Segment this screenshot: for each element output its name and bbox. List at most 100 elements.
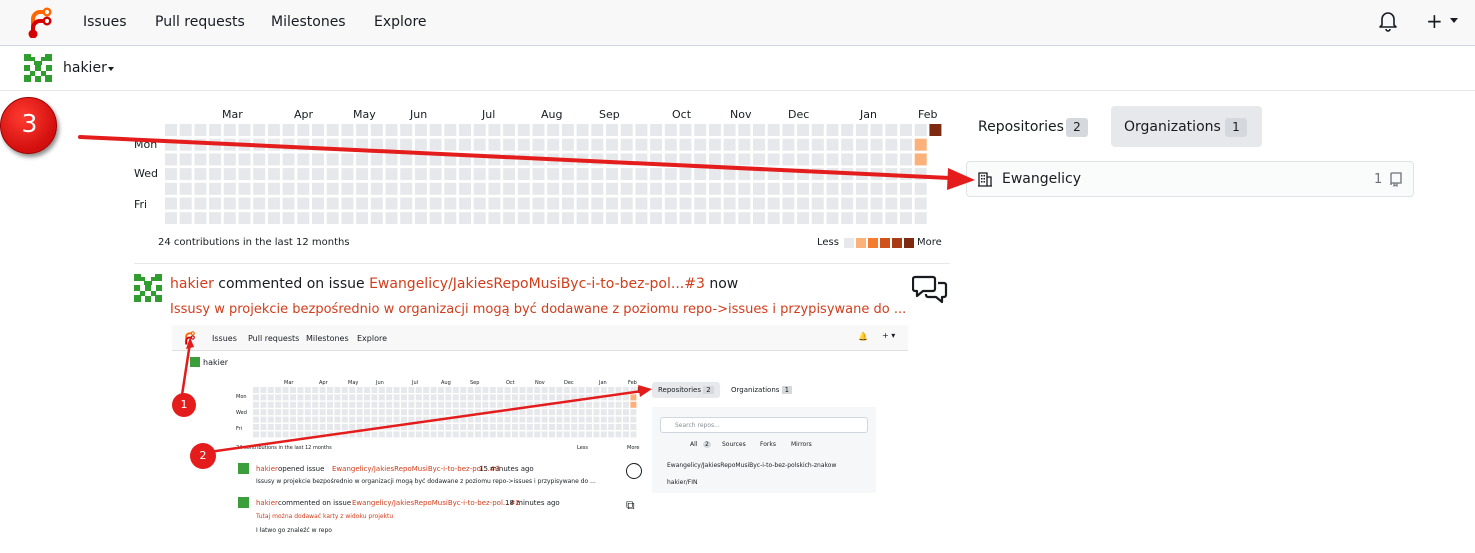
heatmap-cell[interactable] <box>591 197 604 210</box>
heatmap-cell[interactable] <box>620 197 633 210</box>
heatmap-cell[interactable] <box>165 153 177 166</box>
heatmap-cell[interactable] <box>370 212 383 224</box>
organization-list-item[interactable]: Ewangelicy 1 <box>966 161 1414 197</box>
heatmap-cell[interactable] <box>635 182 648 195</box>
heatmap-cell[interactable] <box>459 124 471 136</box>
heatmap-cell[interactable] <box>826 168 839 181</box>
heatmap-cell[interactable] <box>591 124 604 136</box>
heatmap-cell[interactable] <box>488 124 501 136</box>
heatmap-cell[interactable] <box>223 138 236 151</box>
heatmap-cell[interactable] <box>253 124 266 136</box>
heatmap-cell[interactable] <box>385 138 398 151</box>
heatmap-cell[interactable] <box>429 153 442 166</box>
heatmap-cell[interactable] <box>503 168 516 181</box>
heatmap-cell[interactable] <box>209 153 222 166</box>
heatmap-cell[interactable] <box>782 182 795 195</box>
context-username[interactable]: hakier <box>63 60 107 76</box>
heatmap-cell[interactable] <box>385 182 398 195</box>
heatmap-cell[interactable] <box>664 182 677 195</box>
heatmap-cell[interactable] <box>312 124 324 136</box>
heatmap-cell[interactable] <box>209 168 222 181</box>
heatmap-cell[interactable] <box>929 124 942 136</box>
heatmap-cell[interactable] <box>517 124 530 136</box>
heatmap-cell[interactable] <box>561 153 574 166</box>
tab-organizations[interactable]: Organizations 1 <box>1111 106 1262 147</box>
heatmap-cell[interactable] <box>179 197 192 210</box>
heatmap-cell[interactable] <box>620 212 633 224</box>
heatmap-cell[interactable] <box>650 138 663 151</box>
heatmap-cell[interactable] <box>400 182 413 195</box>
heatmap-cell[interactable] <box>885 124 898 136</box>
heatmap-cell[interactable] <box>282 168 295 181</box>
heatmap-cell[interactable] <box>914 168 927 181</box>
heatmap-cell[interactable] <box>267 168 280 181</box>
heatmap-cell[interactable] <box>179 124 192 136</box>
heatmap-cell[interactable] <box>165 138 177 151</box>
heatmap-cell[interactable] <box>194 153 207 166</box>
heatmap-cell[interactable] <box>488 197 501 210</box>
heatmap-cell[interactable] <box>209 212 222 224</box>
heatmap-cell[interactable] <box>797 124 810 136</box>
heatmap-cell[interactable] <box>414 197 427 210</box>
heatmap-cell[interactable] <box>473 212 486 224</box>
heatmap-cell[interactable] <box>429 212 442 224</box>
heatmap-cell[interactable] <box>708 197 721 210</box>
heatmap-cell[interactable] <box>282 212 295 224</box>
heatmap-cell[interactable] <box>870 182 883 195</box>
heatmap-cell[interactable] <box>297 212 310 224</box>
heatmap-cell[interactable] <box>223 212 236 224</box>
heatmap-cell[interactable] <box>532 153 545 166</box>
heatmap-cell[interactable] <box>414 182 427 195</box>
heatmap-cell[interactable] <box>385 212 398 224</box>
heatmap-cell[interactable] <box>517 138 530 151</box>
tab-repositories[interactable]: Repositories 2 <box>966 106 1106 147</box>
heatmap-cell[interactable] <box>650 168 663 181</box>
heatmap-cell[interactable] <box>900 212 912 224</box>
heatmap-cell[interactable] <box>694 182 707 195</box>
heatmap-cell[interactable] <box>223 124 236 136</box>
heatmap-cell[interactable] <box>738 124 751 136</box>
heatmap-cell[interactable] <box>547 197 560 210</box>
heatmap-cell[interactable] <box>356 212 369 224</box>
heatmap-cell[interactable] <box>650 197 663 210</box>
heatmap-cell[interactable] <box>547 153 560 166</box>
heatmap-cell[interactable] <box>870 168 883 181</box>
heatmap-cell[interactable] <box>400 168 413 181</box>
heatmap-cell[interactable] <box>841 138 854 151</box>
heatmap-cell[interactable] <box>444 212 457 224</box>
heatmap-cell[interactable] <box>312 153 324 166</box>
heatmap-cell[interactable] <box>547 124 560 136</box>
feed-target-link[interactable]: Ewangelicy/JakiesRepoMusiByc-i-to-bez-po… <box>369 276 705 292</box>
feed-preview-link[interactable]: Issusy w projekcie bezpośrednio w organi… <box>170 302 906 317</box>
heatmap-cell[interactable] <box>209 197 222 210</box>
heatmap-cell[interactable] <box>561 197 574 210</box>
heatmap-cell[interactable] <box>811 212 824 224</box>
heatmap-cell[interactable] <box>811 197 824 210</box>
heatmap-cell[interactable] <box>326 197 339 210</box>
heatmap-cell[interactable] <box>253 197 266 210</box>
heatmap-cell[interactable] <box>385 153 398 166</box>
heatmap-cell[interactable] <box>312 182 324 195</box>
heatmap-cell[interactable] <box>532 212 545 224</box>
heatmap-cell[interactable] <box>606 138 618 151</box>
heatmap-cell[interactable] <box>503 212 516 224</box>
heatmap-cell[interactable] <box>179 168 192 181</box>
heatmap-cell[interactable] <box>356 197 369 210</box>
heatmap-cell[interactable] <box>297 197 310 210</box>
heatmap-cell[interactable] <box>797 153 810 166</box>
heatmap-cell[interactable] <box>297 153 310 166</box>
heatmap-cell[interactable] <box>517 182 530 195</box>
heatmap-cell[interactable] <box>664 153 677 166</box>
avatar[interactable] <box>134 274 162 302</box>
heatmap-cell[interactable] <box>679 124 692 136</box>
heatmap-cell[interactable] <box>561 138 574 151</box>
heatmap-cell[interactable] <box>503 138 516 151</box>
heatmap-cell[interactable] <box>826 182 839 195</box>
heatmap-cell[interactable] <box>488 168 501 181</box>
heatmap-cell[interactable] <box>811 153 824 166</box>
heatmap-cell[interactable] <box>238 138 251 151</box>
heatmap-cell[interactable] <box>694 138 707 151</box>
heatmap-cell[interactable] <box>855 212 868 224</box>
heatmap-cell[interactable] <box>723 153 736 166</box>
heatmap-cell[interactable] <box>635 212 648 224</box>
